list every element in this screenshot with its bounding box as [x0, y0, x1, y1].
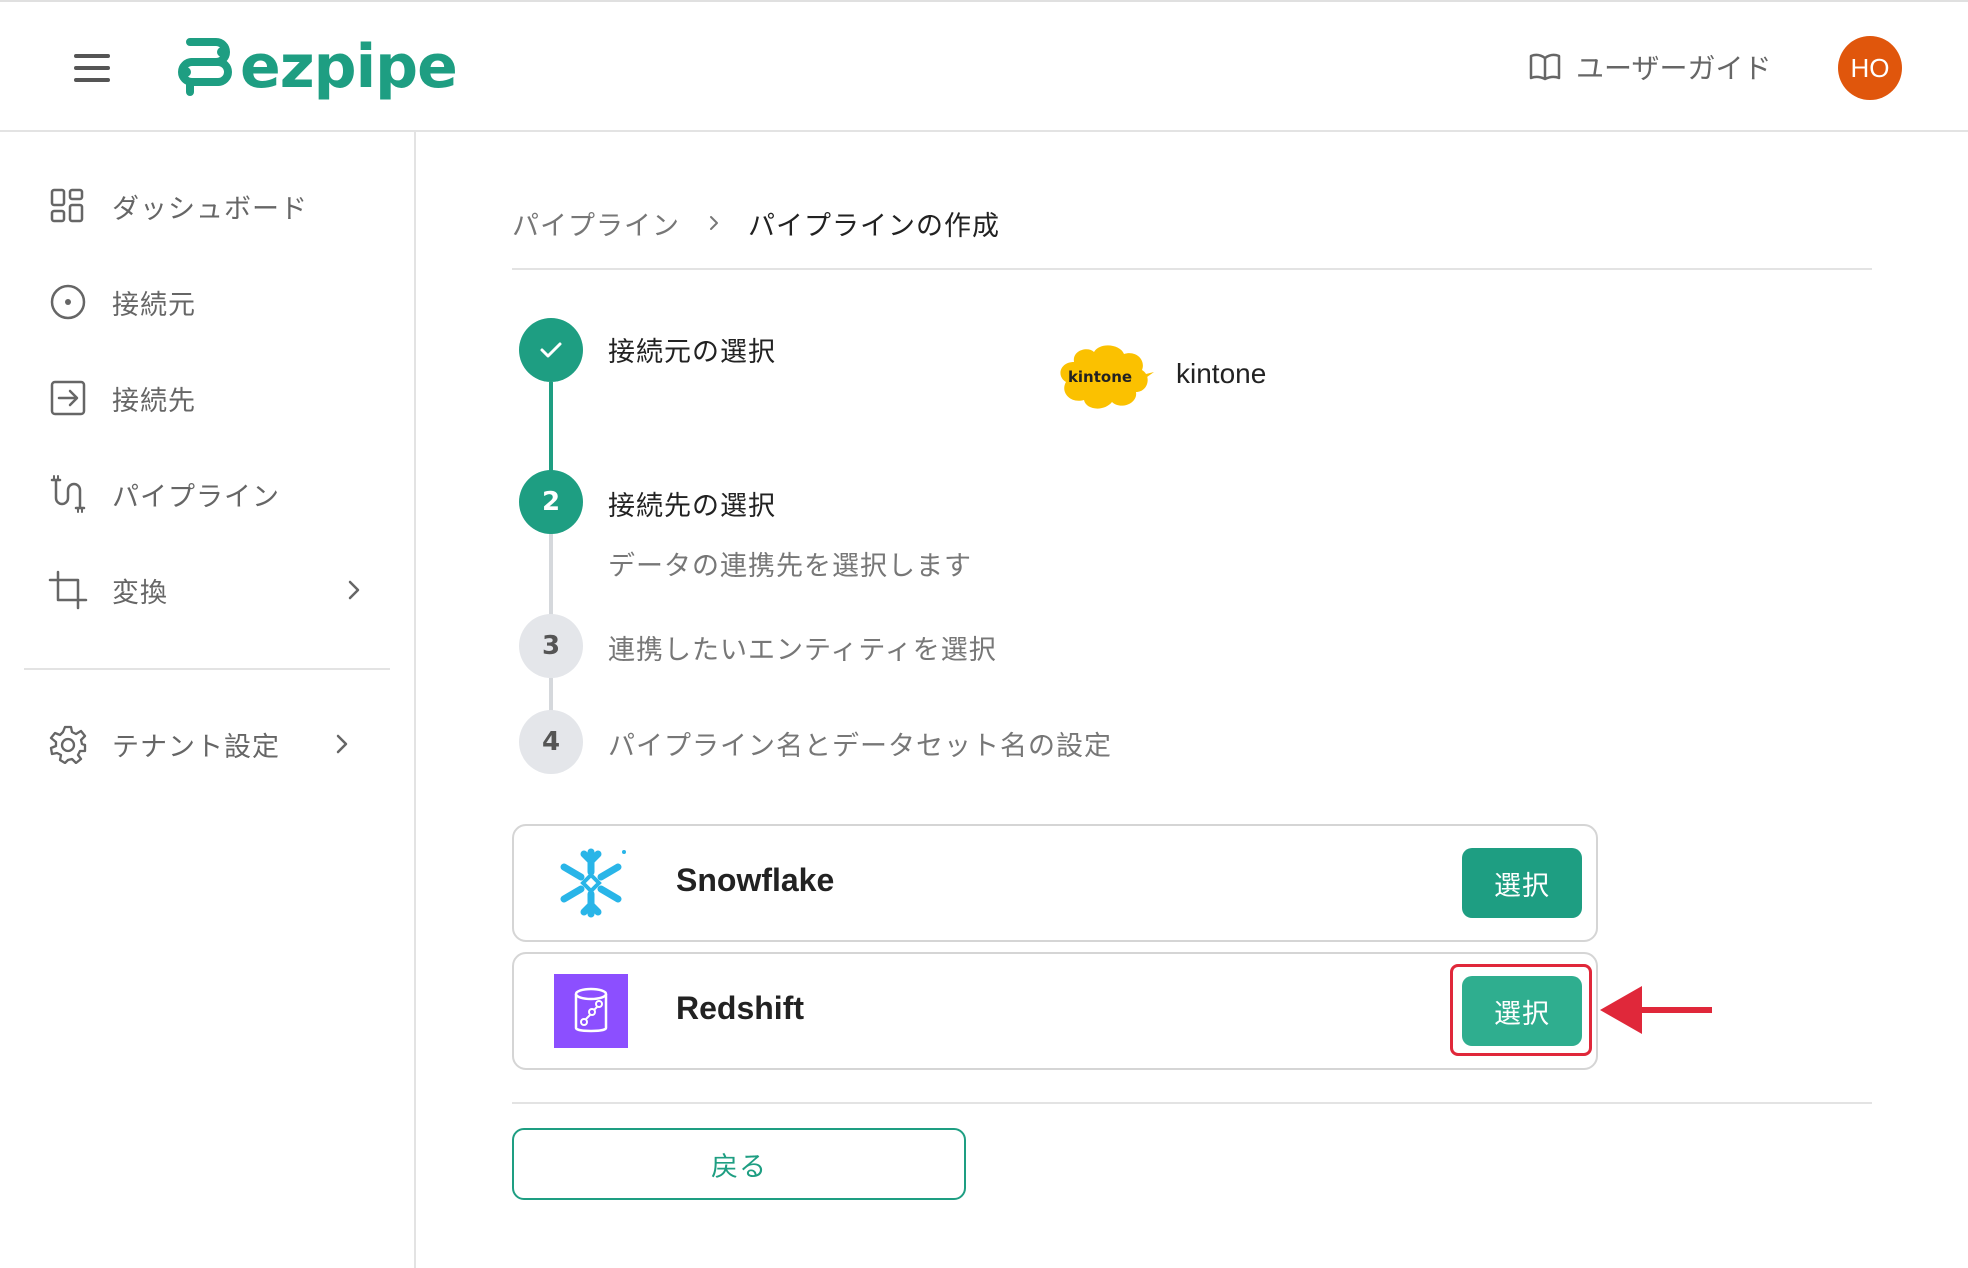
sidebar-item-label: 変換: [112, 577, 168, 609]
destination-name: Snowflake: [676, 862, 835, 898]
step-connector-done: [549, 382, 553, 474]
step-2-title: 接続先の選択: [608, 491, 776, 522]
book-open-icon: [1529, 53, 1561, 81]
dashboard-grid-icon: [50, 188, 84, 223]
kintone-logo-icon: kintone: [1060, 345, 1154, 409]
breadcrumb-divider: [512, 268, 1872, 270]
user-guide-label: ユーザーガイド: [1576, 52, 1772, 85]
breadcrumb-parent-link[interactable]: パイプライン: [512, 204, 680, 243]
user-guide-link[interactable]: ユーザーガイド: [1528, 46, 1771, 88]
sidebar-item-label: パイプライン: [112, 481, 280, 513]
breadcrumb-current: パイプラインの作成: [748, 210, 1000, 242]
highlight-annotation: [1450, 964, 1592, 1056]
gear-icon: [49, 725, 87, 764]
user-avatar[interactable]: HO: [1838, 36, 1902, 100]
destination-name: Redshift: [676, 990, 804, 1026]
crop-icon: [48, 570, 88, 610]
destination-card-snowflake: Snowflake 選択: [512, 824, 1598, 942]
sidebar-item-tenant-settings[interactable]: テナント設定: [24, 710, 390, 778]
sidebar: ダッシュボード 接続元 接続先 パイプライン 変換 テナント設定: [0, 132, 416, 1268]
sidebar-item-label: 接続先: [112, 385, 196, 417]
sidebar-item-sources[interactable]: 接続元: [24, 268, 390, 336]
pipeline-icon: [50, 475, 86, 513]
select-snowflake-button[interactable]: 選択: [1462, 848, 1582, 918]
snowflake-logo-icon: [560, 848, 626, 918]
actions-divider: [512, 1102, 1872, 1104]
step-4-title: パイプライン名とデータセット名の設定: [608, 731, 1112, 762]
sidebar-item-dashboard[interactable]: ダッシュボード: [24, 172, 390, 240]
step-2-description: データの連携先を選択します: [608, 551, 972, 582]
arrow-into-box-icon: [50, 380, 86, 416]
check-icon: [540, 342, 562, 358]
ezpipe-mark-icon: [178, 38, 232, 96]
sidebar-item-label: ダッシュボード: [112, 193, 308, 225]
step-1-title: 接続元の選択: [608, 337, 776, 368]
sidebar-item-label: テナント設定: [112, 731, 280, 763]
redshift-logo-icon: [554, 974, 628, 1048]
menu-toggle-icon[interactable]: [68, 48, 116, 88]
step-3-number: 3: [519, 614, 583, 678]
breadcrumb: パイプライン パイプラインの作成: [512, 200, 1000, 246]
sidebar-item-label: 接続元: [112, 289, 196, 321]
step-3-title: 連携したいエンティティを選択: [608, 635, 997, 666]
circle-dot-icon: [50, 284, 86, 320]
sidebar-divider: [24, 668, 390, 670]
chevron-right-icon: [710, 216, 718, 230]
chevron-right-icon: [336, 734, 348, 754]
app-logo[interactable]: ezpipe: [176, 32, 458, 102]
app-name: ezpipe: [240, 32, 458, 102]
app-header: ezpipe ユーザーガイド HO: [0, 2, 1968, 132]
kintone-logo-text: kintone: [1068, 368, 1132, 386]
step-2-number: 2: [519, 470, 583, 534]
sidebar-item-transform[interactable]: 変換: [24, 556, 390, 624]
step-connector: [549, 678, 553, 714]
step-1-check: [519, 318, 583, 382]
destination-card-redshift: Redshift 選択: [512, 952, 1598, 1070]
source-name: kintone: [1176, 358, 1267, 389]
step-4-number: 4: [519, 710, 583, 774]
back-button[interactable]: 戻る: [512, 1128, 966, 1200]
sidebar-item-destinations[interactable]: 接続先: [24, 364, 390, 432]
sidebar-item-pipelines[interactable]: パイプライン: [24, 460, 390, 528]
chevron-right-icon: [348, 580, 360, 600]
red-arrow-annotation-icon: [1600, 986, 1712, 1034]
step-connector: [549, 532, 553, 618]
